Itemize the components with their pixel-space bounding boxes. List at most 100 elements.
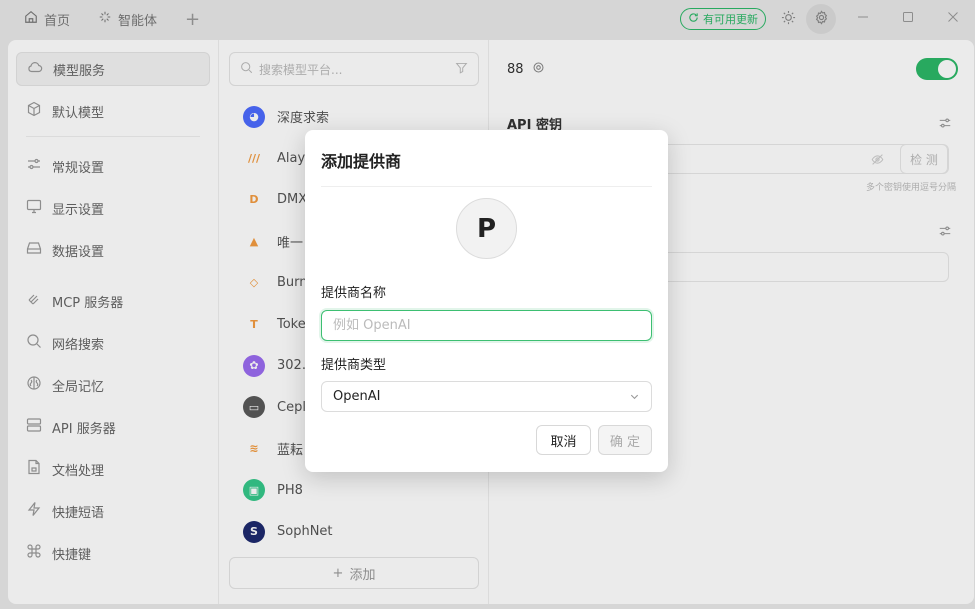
close-icon — [947, 11, 959, 27]
server-icon — [26, 417, 42, 437]
provider-label: 唯一 — [277, 235, 304, 251]
add-provider-dialog: 添加提供商 P 提供商名称 提供商类型 OpenAI 取消 确 定 — [305, 130, 668, 472]
provider-logo-icon: ▲ — [243, 230, 265, 253]
provider-label: DMX — [277, 192, 308, 208]
provider-logo-icon: /// — [243, 147, 265, 170]
provider-logo-icon: ◕ — [243, 105, 265, 128]
sliders-icon[interactable] — [938, 224, 952, 242]
monitor-icon — [26, 198, 42, 218]
provider-type-label: 提供商类型 — [321, 358, 387, 373]
provider-name-input[interactable] — [321, 310, 652, 341]
filter-icon[interactable] — [455, 61, 468, 77]
provider-label: 蓝耘 — [277, 443, 304, 459]
sidebar-item-data[interactable]: 数据设置 — [16, 233, 210, 267]
sidebar-item-model-service[interactable]: 模型服务 — [16, 52, 210, 86]
theme-toggle-button[interactable] — [774, 5, 802, 33]
hard-drive-icon — [26, 240, 42, 260]
provider-avatar[interactable]: P — [456, 198, 517, 259]
gear-icon[interactable] — [532, 61, 545, 78]
tab-home-label: 首页 — [44, 13, 71, 29]
sparkle-icon — [98, 10, 112, 28]
search-icon — [240, 61, 253, 77]
provider-label: 302. — [277, 358, 306, 374]
provider-logo-icon: ◇ — [243, 271, 265, 294]
command-icon — [26, 543, 42, 563]
sidebar-item-label: 数据设置 — [52, 244, 105, 260]
check-button[interactable]: 检 测 — [900, 144, 948, 174]
sidebar-divider — [16, 275, 210, 276]
provider-label: Burn — [277, 275, 308, 291]
close-button[interactable] — [930, 0, 975, 38]
sidebar-item-mcp[interactable]: MCP 服务器 — [16, 284, 210, 318]
ok-button[interactable]: 确 定 — [598, 425, 652, 455]
api-key-hint: 多个密钥使用逗号分隔 — [865, 183, 956, 193]
document-icon — [26, 459, 42, 479]
provider-logo-icon: S — [243, 520, 265, 543]
sidebar-item-documents[interactable]: 文档处理 — [16, 452, 210, 486]
sidebar-item-memory[interactable]: 全局记忆 — [16, 368, 210, 402]
sidebar-item-web-search[interactable]: 网络搜索 — [16, 326, 210, 360]
sidebar-item-display[interactable]: 显示设置 — [16, 191, 210, 225]
eye-off-icon[interactable] — [871, 153, 884, 170]
provider-label: Toke — [277, 316, 306, 332]
dialog-title: 添加提供商 — [321, 152, 402, 171]
add-tab-button[interactable]: + — [175, 9, 210, 30]
maximize-icon — [902, 11, 914, 27]
update-available-badge[interactable]: 有可用更新 — [680, 8, 766, 30]
plus-icon: + — [332, 565, 344, 581]
sidebar-item-label: 快捷键 — [52, 547, 92, 563]
provider-logo-icon: T — [243, 313, 265, 336]
provider-logo-icon: ▣ — [243, 479, 265, 502]
provider-label: SophNet — [277, 524, 333, 540]
cloud-icon — [27, 59, 43, 79]
mcp-icon — [26, 291, 42, 311]
cancel-button[interactable]: 取消 — [536, 425, 591, 455]
provider-label: 深度求索 — [277, 111, 330, 127]
maximize-button[interactable] — [885, 0, 930, 38]
chevron-down-icon — [629, 391, 640, 402]
gear-icon — [814, 9, 829, 29]
sidebar-item-label: MCP 服务器 — [52, 295, 124, 311]
provider-list-item[interactable]: ▣ PH8 — [219, 470, 489, 512]
provider-list-item[interactable]: S SophNet — [219, 511, 489, 552]
add-provider-button[interactable]: + 添加 — [229, 557, 479, 589]
provider-logo-icon: ≋ — [243, 437, 265, 460]
sidebar-item-api-server[interactable]: API 服务器 — [16, 410, 210, 444]
sliders-icon — [26, 156, 42, 176]
cube-icon — [26, 101, 42, 121]
provider-type-value: OpenAI — [333, 389, 381, 404]
sidebar-item-quick-phrases[interactable]: 快捷短语 — [16, 494, 210, 528]
sidebar-item-label: 网络搜索 — [52, 337, 105, 353]
tab-home[interactable]: 首页 — [0, 0, 84, 38]
title-bar: 首页 智能体 + 有可用更新 — [0, 0, 975, 38]
add-provider-label: 添加 — [349, 567, 376, 583]
sidebar-divider — [26, 136, 200, 137]
brain-icon — [26, 375, 42, 395]
provider-logo-icon: ✿ — [243, 354, 265, 377]
tab-agents-label: 智能体 — [118, 13, 158, 29]
sidebar-item-shortcuts[interactable]: 快捷键 — [16, 536, 210, 570]
update-badge-label: 有可用更新 — [703, 13, 758, 26]
sun-icon — [781, 10, 796, 29]
tab-agents[interactable]: 智能体 — [84, 0, 171, 38]
provider-name-label: 提供商名称 — [321, 286, 387, 301]
sliders-icon[interactable] — [938, 116, 952, 134]
sidebar-item-general[interactable]: 常规设置 — [16, 149, 210, 183]
sidebar-item-label: 模型服务 — [53, 63, 106, 79]
sidebar-item-default-model[interactable]: 默认模型 — [16, 94, 210, 128]
provider-type-select[interactable]: OpenAI — [321, 381, 652, 412]
provider-label: Cepl — [277, 399, 306, 415]
provider-enabled-toggle[interactable] — [916, 58, 958, 80]
sidebar-item-label: 文档处理 — [52, 463, 105, 479]
minimize-icon — [857, 11, 869, 27]
sidebar-item-label: 常规设置 — [52, 160, 105, 176]
provider-search-input[interactable]: 搜索模型平台... — [229, 52, 479, 86]
minimize-button[interactable] — [840, 0, 885, 38]
provider-logo-icon: D — [243, 188, 265, 211]
sidebar-item-label: 快捷短语 — [52, 505, 105, 521]
sidebar-item-label: 默认模型 — [52, 105, 105, 121]
provider-logo-icon: ▭ — [243, 396, 265, 419]
settings-sidebar: 模型服务 默认模型 常规设置 显示设置 数据设置 MCP 服务器 网络搜索 全局… — [8, 40, 219, 604]
sidebar-item-label: 显示设置 — [52, 202, 105, 218]
settings-button[interactable] — [806, 4, 836, 34]
